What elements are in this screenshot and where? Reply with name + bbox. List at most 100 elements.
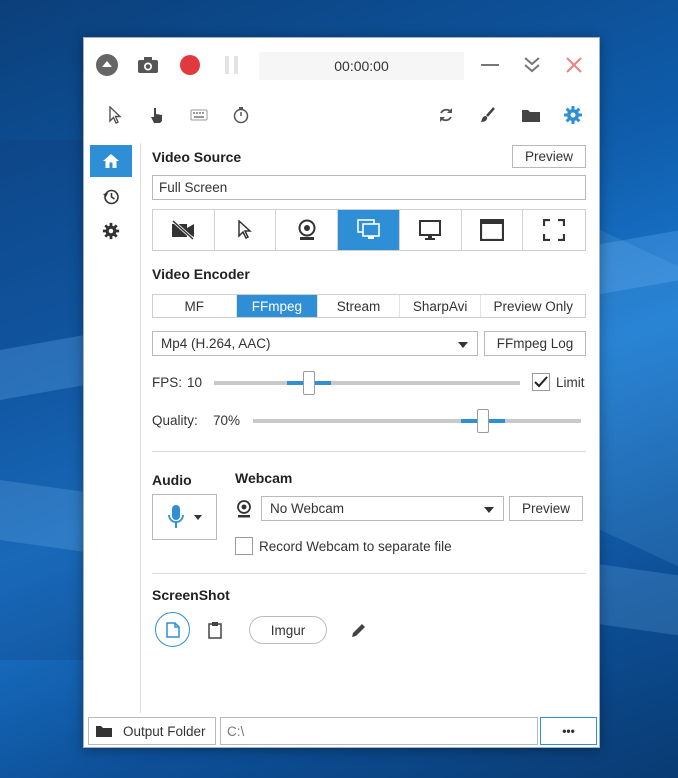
fullscreen-region-icon: [543, 219, 566, 241]
timer-toggle[interactable]: [230, 104, 252, 126]
brush-icon: [481, 107, 495, 122]
overlay-editor-button[interactable]: [477, 104, 499, 126]
chevron-up-circle-icon: [96, 54, 118, 76]
collapse-button[interactable]: [95, 53, 119, 77]
divider: [152, 573, 586, 574]
save-to-disk-button[interactable]: [155, 612, 190, 647]
microphone-icon: [168, 505, 184, 528]
audio-source-button[interactable]: [152, 494, 217, 540]
sidebar-item-history[interactable]: [90, 181, 132, 213]
webcam-title: Webcam: [235, 470, 293, 486]
fullscreen-region-option[interactable]: [523, 210, 585, 250]
webcam-option[interactable]: [276, 210, 339, 250]
limit-label: Limit: [556, 375, 585, 390]
sidebar-item-settings[interactable]: [90, 215, 132, 247]
minimize-button[interactable]: [478, 53, 502, 77]
title-bar: 00:00:00: [84, 38, 599, 94]
gear-icon: [102, 222, 120, 240]
clipboard-icon: [208, 622, 222, 639]
fps-label: FPS:: [152, 375, 183, 390]
tab-mf[interactable]: MF: [153, 295, 237, 317]
quality-label: Quality:: [152, 413, 198, 428]
tab-preview-only[interactable]: Preview Only: [481, 295, 585, 317]
camera-icon: [138, 57, 158, 73]
separate-file-label: Record Webcam to separate file: [259, 539, 452, 554]
ffmpeg-log-button[interactable]: FFmpeg Log: [484, 331, 586, 356]
window-option[interactable]: [462, 210, 524, 250]
wallpaper-shadow: [0, 140, 90, 660]
webcam-icon: [298, 219, 316, 240]
gear-icon: [564, 106, 582, 124]
tab-stream[interactable]: Stream: [318, 295, 400, 317]
home-icon: [103, 154, 119, 168]
checkmark-icon: [534, 376, 548, 388]
keystrokes-toggle[interactable]: [188, 104, 210, 126]
close-icon: [566, 57, 582, 73]
webcam-select-value: No Webcam: [270, 501, 345, 516]
video-source-selector: [152, 209, 586, 251]
quality-slider-track: [253, 419, 581, 423]
refresh-button[interactable]: [435, 104, 457, 126]
cursor-icon: [109, 106, 122, 124]
video-source-preview-button[interactable]: Preview: [512, 145, 586, 168]
webcam-preview-button[interactable]: Preview: [509, 496, 583, 521]
pencil-icon: [352, 624, 365, 637]
separate-file-checkbox[interactable]: [235, 537, 253, 555]
fps-value: 10: [187, 375, 203, 390]
cursor-toggle[interactable]: [104, 104, 126, 126]
pause-button[interactable]: [220, 53, 244, 77]
close-button[interactable]: [562, 53, 586, 77]
fps-slider[interactable]: [214, 371, 520, 395]
tab-sharpavi[interactable]: SharpAvi: [400, 295, 482, 317]
monitor-option[interactable]: [400, 210, 462, 250]
codec-select[interactable]: Mp4 (H.264, AAC): [152, 331, 478, 356]
webcam-select[interactable]: No Webcam: [261, 496, 504, 521]
pause-icon: [225, 56, 238, 74]
clicks-toggle[interactable]: [146, 104, 168, 126]
screenshot-button[interactable]: [136, 53, 160, 77]
no-video-icon: [172, 220, 195, 240]
output-folder-button[interactable]: Output Folder: [88, 717, 216, 745]
history-icon: [103, 189, 119, 205]
browse-button[interactable]: •••: [540, 717, 597, 745]
codec-select-value: Mp4 (H.264, AAC): [161, 336, 271, 351]
imgur-button[interactable]: Imgur: [249, 616, 327, 644]
tab-ffmpeg[interactable]: FFmpeg: [236, 295, 319, 317]
stopwatch-icon: [233, 107, 249, 124]
quality-slider[interactable]: [253, 409, 581, 433]
no-video-option[interactable]: [153, 210, 215, 250]
quality-slider-thumb[interactable]: [477, 409, 489, 433]
divider: [152, 451, 586, 452]
recording-timer: 00:00:00: [259, 52, 464, 80]
window-icon: [479, 219, 504, 241]
output-path-field[interactable]: C:\: [220, 717, 538, 745]
fps-slider-track: [214, 381, 520, 385]
folder-icon: [96, 726, 112, 737]
screen-option[interactable]: [338, 210, 400, 250]
screenshot-title: ScreenShot: [152, 587, 230, 603]
caret-down-icon: [484, 507, 494, 513]
minimize-to-tray-button[interactable]: [520, 53, 544, 77]
webcam-icon: [237, 500, 251, 518]
minimize-icon: [481, 64, 499, 66]
hand-pointer-icon: [151, 108, 162, 123]
region-option[interactable]: [215, 210, 277, 250]
clipboard-button[interactable]: [205, 620, 225, 640]
status-bar: Output Folder C:\ •••: [88, 717, 597, 745]
limit-checkbox[interactable]: [532, 373, 550, 391]
tool-row: [84, 100, 599, 130]
video-source-title: Video Source: [152, 149, 242, 165]
fps-slider-thumb[interactable]: [303, 371, 315, 395]
record-icon: [180, 55, 200, 75]
settings-button[interactable]: [562, 104, 584, 126]
record-button[interactable]: [178, 53, 202, 77]
screen-icon: [356, 219, 380, 239]
cursor-region-icon: [238, 220, 253, 240]
sidebar-item-home[interactable]: [90, 145, 132, 177]
quality-value: 70%: [213, 413, 241, 428]
open-folder-button[interactable]: [520, 104, 542, 126]
video-source-field[interactable]: Full Screen: [152, 175, 586, 200]
edit-screenshot-button[interactable]: [349, 620, 369, 640]
double-chevron-down-icon: [524, 57, 540, 73]
caret-down-icon: [194, 514, 202, 520]
